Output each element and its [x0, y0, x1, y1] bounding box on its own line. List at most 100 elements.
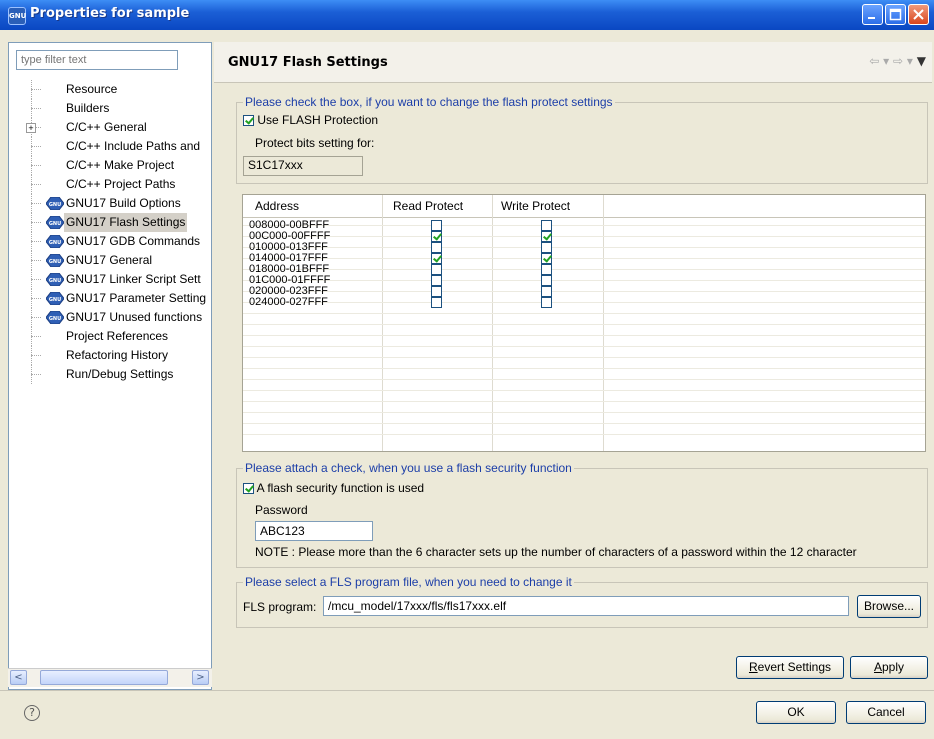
apply-button[interactable]: Apply — [850, 656, 928, 679]
filter-input[interactable] — [16, 50, 178, 70]
table-row[interactable]: 010000-013FFF — [243, 241, 925, 254]
read-protect-checkbox[interactable] — [431, 275, 442, 286]
close-button[interactable] — [908, 4, 929, 25]
scroll-thumb[interactable] — [40, 670, 168, 685]
tree-item[interactable]: GNU GNU17 Build Options — [16, 194, 208, 213]
title-bar[interactable]: GNU Properties for sample — [0, 0, 934, 30]
tree-item[interactable]: GNU GNU17 Unused functions — [16, 308, 208, 327]
header-address[interactable]: Address — [255, 199, 299, 213]
gnu-icon: GNU — [46, 292, 64, 305]
use-flash-protection-label: Use FLASH Protection — [257, 113, 379, 127]
ok-button[interactable]: OK — [756, 701, 836, 724]
tree-item[interactable]: Project References — [16, 327, 208, 346]
use-flash-security[interactable]: A flash security function is used — [243, 481, 424, 495]
password-input[interactable] — [255, 521, 373, 541]
browse-button[interactable]: Browse... — [857, 595, 921, 618]
protect-table: Address Read Protect Write Protect 00800… — [242, 194, 926, 452]
tree-item-label: GNU17 Unused functions — [66, 310, 203, 324]
settings-page: GNU17 Flash Settings ⇦ ▾ ⇨ ▾ ▼ Please ch… — [214, 42, 932, 688]
use-flash-security-checkbox[interactable] — [243, 483, 254, 495]
gnu-icon: GNU — [46, 235, 64, 248]
tree-item[interactable]: C/C++ Include Paths and — [16, 137, 208, 156]
read-protect-checkbox[interactable] — [431, 286, 442, 297]
read-protect-checkbox[interactable] — [431, 297, 442, 308]
header-write-protect[interactable]: Write Protect — [501, 199, 570, 213]
read-protect-checkbox[interactable] — [431, 253, 442, 264]
tree-item-label: C/C++ Make Project — [66, 158, 175, 172]
scroll-right-button[interactable]: > — [192, 670, 209, 685]
tree-item-label: C/C++ Project Paths — [66, 177, 176, 191]
tree-item-label: GNU17 Parameter Setting — [66, 291, 207, 305]
write-protect-checkbox[interactable] — [541, 242, 552, 253]
svg-text:GNU: GNU — [49, 221, 61, 227]
table-row[interactable]: 008000-00BFFF — [243, 219, 925, 232]
use-flash-protection[interactable]: Use FLASH Protection — [243, 113, 378, 127]
tree-item[interactable]: GNU GNU17 Linker Script Sett — [16, 270, 208, 289]
header-read-protect[interactable]: Read Protect — [393, 199, 463, 213]
flash-protect-legend: Please check the box, if you want to cha… — [243, 95, 615, 109]
table-row[interactable]: 00C000-00FFFF — [243, 230, 925, 243]
tree-item-label: Project References — [66, 329, 169, 343]
read-protect-checkbox[interactable] — [431, 242, 442, 253]
tree-item-label: Builders — [66, 101, 110, 115]
tree-item[interactable]: C/C++ Project Paths — [16, 175, 208, 194]
table-row[interactable]: 01C000-01FFFF — [243, 274, 925, 287]
tree-item[interactable]: Builders — [16, 99, 208, 118]
write-protect-checkbox[interactable] — [541, 275, 552, 286]
tree-item[interactable]: Refactoring History — [16, 346, 208, 365]
tree-item[interactable]: C/C++ Make Project — [16, 156, 208, 175]
tree-item-label: Refactoring History — [66, 348, 169, 362]
page-title: GNU17 Flash Settings — [228, 55, 388, 70]
flash-security-group: Please attach a check, when you use a fl… — [236, 461, 928, 568]
write-protect-checkbox[interactable] — [541, 253, 552, 264]
back-arrow-icon[interactable]: ⇦ ▾ — [869, 54, 889, 68]
tree-item[interactable]: + C/C++ General — [16, 118, 208, 137]
tree-item[interactable]: GNU GNU17 General — [16, 251, 208, 270]
gnu-icon: GNU — [46, 254, 64, 267]
read-protect-checkbox[interactable] — [431, 264, 442, 275]
expand-icon[interactable]: + — [26, 123, 36, 133]
close-icon — [913, 9, 924, 20]
write-protect-checkbox[interactable] — [541, 231, 552, 242]
tree-item[interactable]: GNU GNU17 Flash Settings — [16, 213, 208, 232]
revert-settings-button[interactable]: Revert Settings — [736, 656, 844, 679]
use-flash-protection-checkbox[interactable] — [243, 115, 254, 127]
gnu-icon: GNU — [46, 197, 64, 210]
gnu-icon: GNU — [46, 273, 64, 286]
write-protect-checkbox[interactable] — [541, 297, 552, 308]
write-protect-checkbox[interactable] — [541, 264, 552, 275]
tree-item-label: GNU17 GDB Commands — [66, 234, 201, 248]
tree-item-label: GNU17 General — [66, 253, 153, 267]
fls-program-input[interactable] — [323, 596, 849, 616]
scroll-left-button[interactable]: < — [10, 670, 27, 685]
write-protect-checkbox[interactable] — [541, 220, 552, 231]
nav-arrows: ⇦ ▾ ⇨ ▾ ▼ — [869, 54, 926, 68]
read-protect-checkbox[interactable] — [431, 231, 442, 242]
help-icon[interactable]: ? — [24, 705, 40, 721]
flash-protect-group: Please check the box, if you want to cha… — [236, 95, 928, 184]
table-row[interactable]: 024000-027FFF — [243, 296, 925, 309]
gnu-icon: GNU — [46, 216, 64, 229]
menu-dropdown-icon[interactable]: ▼ — [917, 54, 926, 68]
properties-dialog: GNU Properties for sample Resource Builde… — [0, 0, 934, 739]
maximize-button[interactable] — [885, 4, 906, 25]
address-cell: 024000-027FFF — [249, 296, 328, 308]
svg-text:GNU: GNU — [49, 278, 61, 284]
table-row[interactable]: 018000-01BFFF — [243, 263, 925, 276]
horizontal-scrollbar[interactable]: < > — [8, 668, 212, 687]
table-row[interactable]: 014000-017FFF — [243, 252, 925, 265]
table-row[interactable]: 020000-023FFF — [243, 285, 925, 298]
tree-item[interactable]: GNU GNU17 Parameter Setting — [16, 289, 208, 308]
tree-item[interactable]: GNU GNU17 GDB Commands — [16, 232, 208, 251]
minimize-button[interactable] — [862, 4, 883, 25]
cancel-button[interactable]: Cancel — [846, 701, 926, 724]
tree-item-label: C/C++ General — [66, 120, 147, 134]
gnu-icon: GNU — [46, 311, 64, 324]
svg-text:GNU: GNU — [49, 297, 61, 303]
read-protect-checkbox[interactable] — [431, 220, 442, 231]
write-protect-checkbox[interactable] — [541, 286, 552, 297]
tree-item[interactable]: Run/Debug Settings — [16, 365, 208, 384]
forward-arrow-icon[interactable]: ⇨ ▾ — [893, 54, 913, 68]
tree-item-label: C/C++ Include Paths and — [66, 139, 201, 153]
tree-item[interactable]: Resource — [16, 80, 208, 99]
